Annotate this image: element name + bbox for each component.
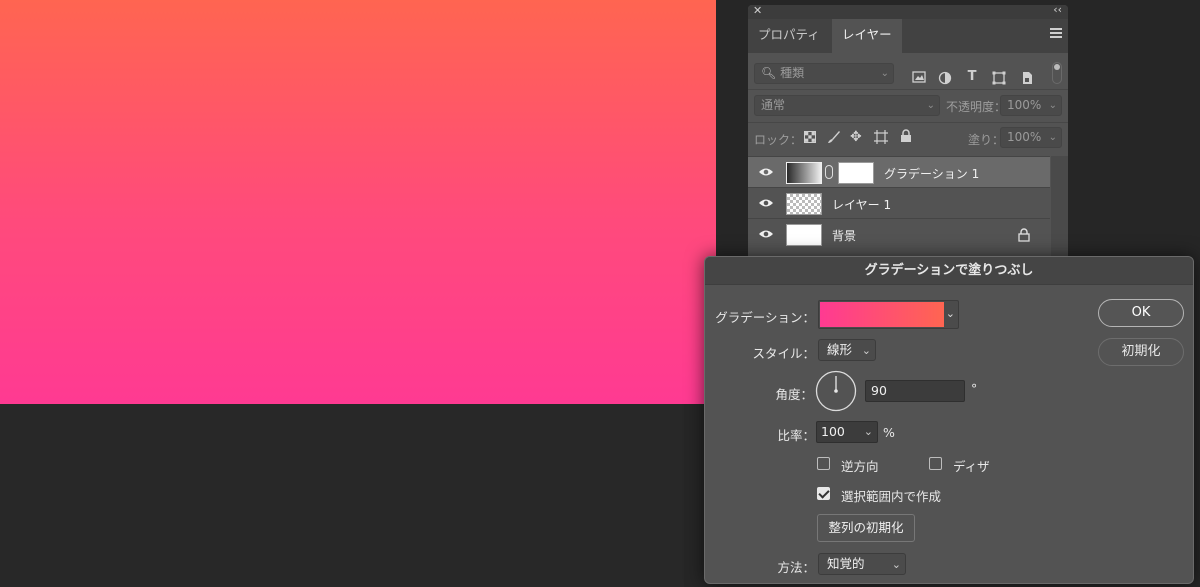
filter-toggle[interactable] (1052, 62, 1062, 84)
angle-label: 角度： (775, 387, 813, 402)
layers-scrollbar[interactable] (1051, 156, 1068, 257)
canvas-pasteboard (0, 404, 684, 587)
link-chain-icon[interactable] (825, 165, 833, 179)
visibility-eye-icon[interactable] (758, 228, 774, 240)
lock-icon (1018, 228, 1030, 242)
dialog-title: グラデーションで塗りつぶし (705, 257, 1193, 285)
reset-button[interactable]: 初期化 (1098, 338, 1184, 366)
opacity-label: 不透明度： (946, 100, 1007, 114)
dither-label[interactable]: ディザ (953, 456, 990, 475)
method-value: 知覚的 (827, 556, 865, 571)
layer-name[interactable]: グラデーション 1 (884, 165, 979, 182)
chevron-down-icon: ⌄ (880, 68, 889, 79)
layers-panel: ✕ ‹‹ プロパティ レイヤー 🔍︎ 種類 ⌄ T 通常 ⌄ 不透明度： 100… (748, 3, 1068, 257)
panel-tabs: プロパティ レイヤー (748, 19, 1068, 53)
collapse-panel-icon[interactable]: ‹‹ (1053, 3, 1062, 16)
gradient-label: グラデーション： (715, 310, 815, 325)
visibility-eye-icon[interactable] (758, 197, 774, 209)
lock-transparent-icon[interactable] (804, 131, 816, 143)
smart-object-filter-icon[interactable] (1020, 71, 1034, 84)
visibility-eye-icon[interactable] (758, 166, 774, 178)
layer-name[interactable]: 背景 (832, 227, 856, 244)
layer-row-background[interactable]: 背景 (748, 218, 1050, 249)
blend-mode-value: 通常 (761, 98, 786, 112)
layer-thumbnail[interactable] (786, 224, 822, 246)
chevron-down-icon[interactable]: ⌄ (946, 307, 955, 320)
chevron-down-icon: ⌄ (926, 100, 935, 111)
panel-topbar: ✕ ‹‹ (748, 3, 1068, 19)
opacity-input[interactable]: 100% ⌄ (1000, 95, 1062, 116)
dither-checkbox[interactable] (929, 457, 942, 470)
adjustment-filter-icon[interactable] (938, 71, 952, 85)
method-label: 方法： (777, 560, 815, 575)
fill-value: 100% (1007, 130, 1042, 144)
fill-input[interactable]: 100% ⌄ (1000, 127, 1062, 148)
image-filter-icon[interactable] (912, 71, 926, 83)
ok-button[interactable]: OK (1098, 299, 1184, 327)
chevron-down-icon: ⌄ (1048, 100, 1057, 111)
reverse-checkbox[interactable] (817, 457, 830, 470)
layer-row-gradient[interactable]: グラデーション 1 (748, 156, 1050, 187)
style-select[interactable]: 線形 ⌄ (818, 339, 876, 361)
gradient-preview-swatch[interactable] (820, 302, 944, 327)
lock-image-pixels-icon[interactable] (827, 130, 841, 144)
filter-kind-label: 種類 (780, 66, 805, 80)
align-with-layer-checkbox[interactable] (817, 487, 830, 500)
align-with-layer-label[interactable]: 選択範囲内で作成 (841, 486, 941, 505)
layer-thumbnail[interactable] (786, 193, 822, 215)
document-canvas[interactable] (0, 0, 716, 404)
scale-label: 比率： (777, 428, 815, 443)
layer-filter-select[interactable]: 🔍︎ 種類 ⌄ (754, 63, 894, 84)
shape-filter-icon[interactable] (992, 71, 1006, 85)
style-value: 線形 (827, 342, 853, 357)
scale-value: 100 (821, 424, 845, 439)
scale-input[interactable]: 100 ⌄ (816, 421, 878, 443)
gradient-fill-dialog: グラデーションで塗りつぶし グラデーション： ⌄ スタイル： 線形 ⌄ 角度： … (704, 256, 1194, 584)
chevron-down-icon: ⌄ (891, 558, 901, 571)
angle-input[interactable]: 90 (865, 380, 965, 402)
tab-layers[interactable]: レイヤー (832, 19, 902, 53)
layer-mask-thumbnail[interactable] (838, 162, 874, 184)
panel-menu-icon[interactable] (1050, 28, 1062, 38)
lock-label: ロック： (754, 133, 803, 147)
layer-name[interactable]: レイヤー 1 (832, 196, 891, 213)
blend-mode-select[interactable]: 通常 ⌄ (754, 95, 940, 116)
lock-position-icon[interactable]: ✥ (850, 130, 864, 144)
reverse-label[interactable]: 逆方向 (841, 456, 879, 475)
fill-label: 塗り： (968, 133, 1005, 147)
type-filter-icon[interactable]: T (965, 70, 979, 83)
chevron-down-icon: ⌄ (861, 344, 871, 357)
tab-properties[interactable]: プロパティ (748, 19, 830, 53)
style-label: スタイル： (752, 346, 815, 361)
opacity-value: 100% (1007, 98, 1042, 112)
method-select[interactable]: 知覚的 ⌄ (818, 553, 906, 575)
chevron-down-icon: ⌄ (1048, 132, 1057, 143)
reset-alignment-button[interactable]: 整列の初期化 (817, 514, 915, 542)
close-panel-icon[interactable]: ✕ (753, 4, 762, 17)
search-icon: 🔍︎ (761, 66, 777, 80)
gradient-fill-thumbnail[interactable] (786, 162, 822, 184)
angle-dial[interactable] (815, 370, 857, 412)
chevron-down-icon[interactable]: ⌄ (864, 422, 873, 442)
scale-unit: % (883, 425, 895, 440)
gradient-picker[interactable]: ⌄ (818, 300, 959, 329)
lock-artboard-icon[interactable] (874, 130, 888, 144)
layer-row-layer1[interactable]: レイヤー 1 (748, 187, 1050, 218)
angle-unit: ° (971, 381, 978, 396)
lock-all-icon[interactable] (900, 129, 912, 143)
